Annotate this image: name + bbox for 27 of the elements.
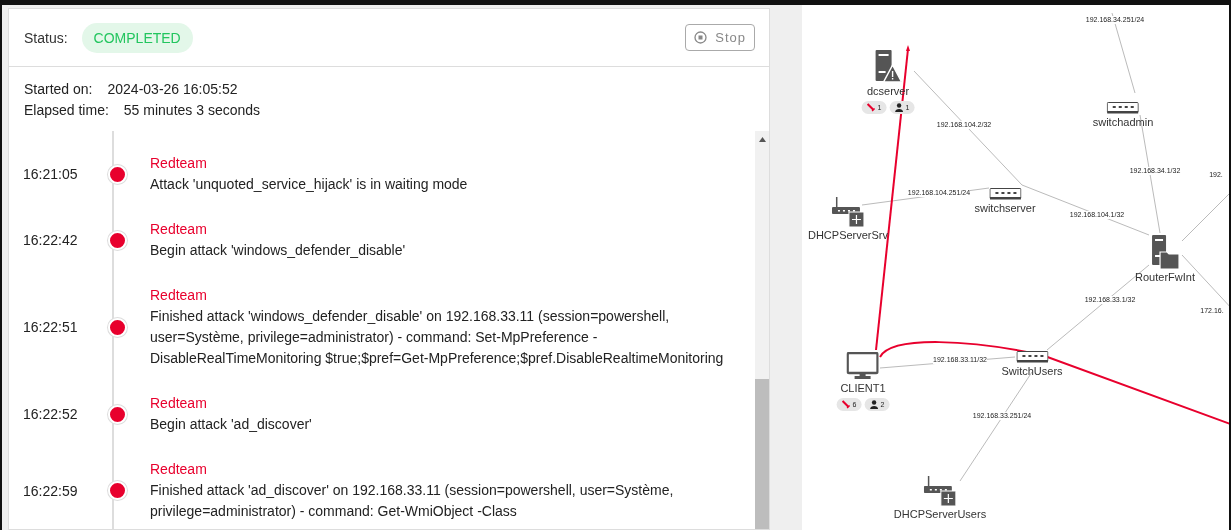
status-badge: COMPLETED bbox=[81, 22, 193, 53]
event-time: 16:22:59 bbox=[22, 482, 79, 499]
event-time: 16:22:42 bbox=[22, 232, 79, 248]
event-source: Redteam bbox=[150, 220, 208, 239]
event-source: Redteam bbox=[150, 154, 208, 173]
event-message: Attack 'unquoted_service_hijack' is in waiting mode bbox=[150, 175, 469, 194]
event-message: Finished attack 'windows_defender_disable' on 192.168.33.11 (session=powershell, user=Système, privilege=administrator) - command: Set-MpPreference -DisableRealTimeMonitoring $true;$pref=Get-MpPreference;$pref.DisableRealtimeMonitoring bbox=[150, 307, 725, 368]
event-source: Redteam bbox=[150, 394, 208, 413]
event-message: Finished attack 'ad_discover' on 192.168.33.11 (session=powershell, user=Système, privilege=administrator) - command: Get-WmiObject -Class bbox=[150, 481, 675, 521]
event-time: 16:21:05 bbox=[22, 166, 79, 182]
node-label[interactable]: switchadmin bbox=[1092, 116, 1154, 128]
event-message: Begin attack 'ad_discover' bbox=[150, 415, 313, 434]
event-source: Redteam bbox=[150, 460, 208, 479]
info-label: Started on: bbox=[24, 80, 93, 99]
event-message: Begin attack 'windows_defender_disable' bbox=[150, 241, 407, 260]
info-value: 55 minutes 3 seconds bbox=[123, 101, 261, 120]
node-label[interactable]: switchserver bbox=[974, 202, 1036, 214]
node-label[interactable]: CLIENT1 bbox=[840, 382, 886, 394]
status-label: Status: bbox=[24, 29, 68, 46]
event-time: 16:22:52 bbox=[22, 406, 79, 422]
node-label[interactable]: DHCPServerUsers bbox=[893, 508, 987, 520]
node-label[interactable]: RouterFwInt bbox=[1135, 271, 1195, 283]
node-label[interactable]: SwitchUsers bbox=[1001, 365, 1063, 377]
event-source: Redteam bbox=[150, 286, 208, 305]
event-time: 16:22:51 bbox=[22, 319, 79, 335]
info-value: 2024-03-26 16:05:52 bbox=[107, 80, 238, 99]
info-label: Elapsed time: bbox=[24, 101, 109, 120]
